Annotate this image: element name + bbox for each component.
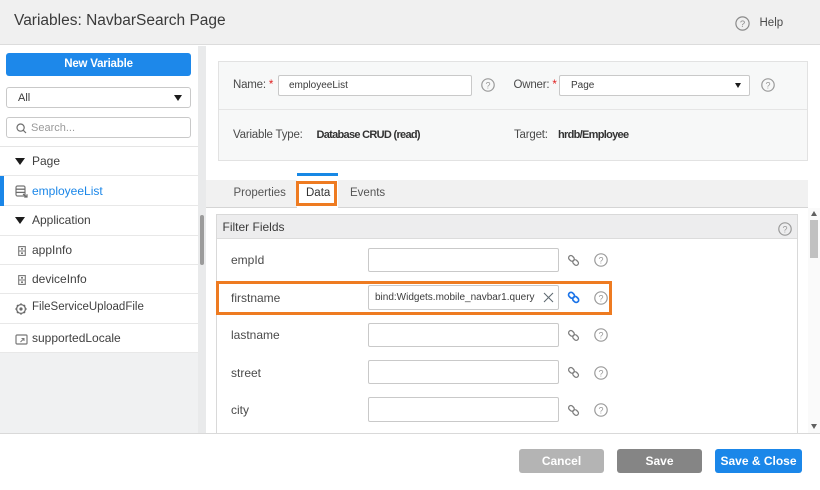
svg-text:?: ? [765, 80, 770, 90]
svg-text:?: ? [598, 405, 603, 415]
svg-text:?: ? [485, 80, 490, 90]
svg-text:?: ? [782, 224, 787, 234]
svg-text:?: ? [598, 330, 603, 340]
svg-text:?: ? [598, 368, 603, 378]
svg-text:?: ? [598, 255, 603, 265]
svg-text:?: ? [740, 19, 745, 30]
